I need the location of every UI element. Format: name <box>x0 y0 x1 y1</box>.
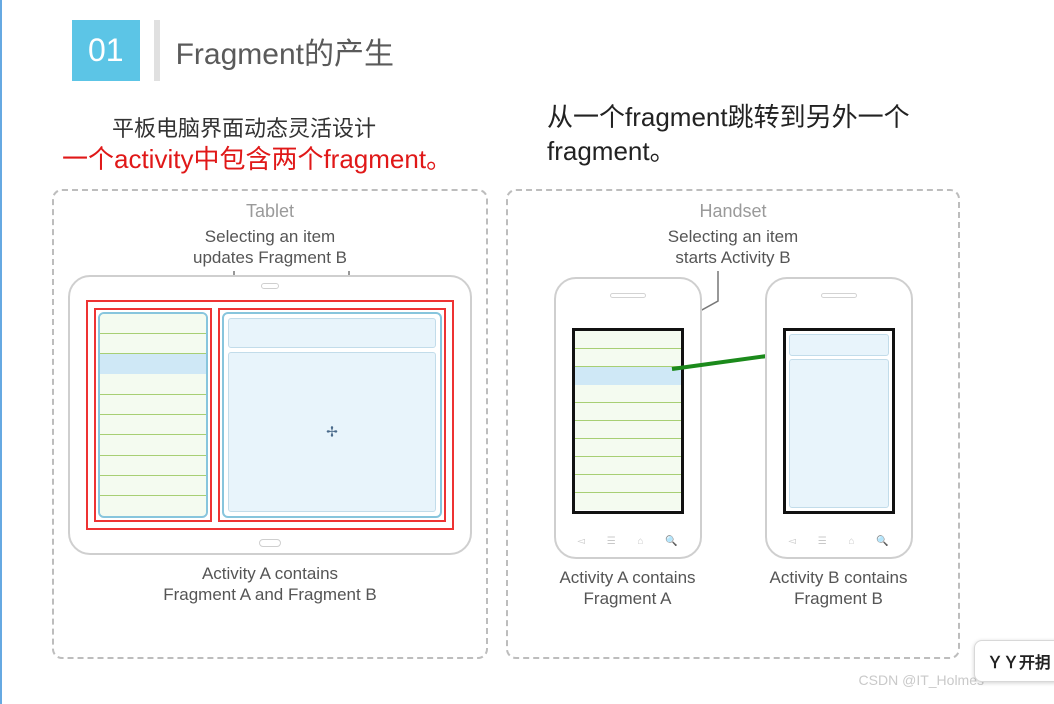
tablet-home-button <box>259 539 281 547</box>
tablet-screen-activity-a: ✢ <box>86 300 454 530</box>
subtitle-row: 平板电脑界面动态灵活设计 一个activity中包含两个fragment。 从一… <box>52 111 1024 181</box>
tablet-device: ✢ <box>68 275 472 555</box>
fragment-b-body <box>789 359 889 508</box>
list-item <box>100 435 206 455</box>
watermark: CSDN @IT_Holmes <box>859 672 984 688</box>
handset-label: Handset <box>522 201 944 222</box>
annotation-two-fragments: 一个activity中包含两个fragment。 <box>62 139 452 176</box>
fragment-a-list <box>575 331 681 511</box>
handset-subtitle: 从一个fragment跳转到另外一个fragment。 <box>547 101 1024 169</box>
fragment-b-header <box>789 334 889 356</box>
back-icon: ◅ <box>577 536 585 547</box>
phone-b-screen-fragment-b <box>783 328 895 514</box>
section-number-badge: 01 <box>72 20 140 81</box>
tablet-panel: Tablet Selecting an item updates Fragmen… <box>52 189 488 659</box>
list-item <box>575 421 681 439</box>
menu-icon: ☰ <box>607 536 616 547</box>
fragment-b-body: ✢ <box>228 352 436 512</box>
list-item <box>100 496 206 515</box>
note-line1: Selecting an item <box>668 227 798 246</box>
phone-a-screen-fragment-a <box>572 328 684 514</box>
phones-row: ◅ ☰ ⌂ 🔍 ◅ <box>522 277 944 559</box>
fragment-b-highlight: ✢ <box>218 308 446 522</box>
search-icon: 🔍 <box>665 536 677 547</box>
divider <box>154 20 160 81</box>
tablet-caption: Activity A contains Fragment A and Fragm… <box>68 563 472 606</box>
tablet-camera <box>261 283 279 289</box>
list-item <box>100 334 206 354</box>
phone-nav-buttons: ◅ ☰ ⌂ 🔍 <box>767 536 911 547</box>
list-item <box>575 385 681 403</box>
page-title: Fragment的产生 <box>168 20 394 81</box>
caption-line2: Fragment A <box>584 589 672 608</box>
diagram-row: Tablet Selecting an item updates Fragmen… <box>52 181 1024 659</box>
home-icon: ⌂ <box>848 536 854 547</box>
phone-b-caption: Activity B contains Fragment B <box>737 567 940 610</box>
list-item <box>575 493 681 510</box>
cursor-icon: ✢ <box>326 423 338 440</box>
phone-activity-b: ◅ ☰ ⌂ 🔍 <box>765 277 913 559</box>
fragment-a-highlight <box>94 308 212 522</box>
fragment-a <box>98 312 208 518</box>
list-item <box>100 415 206 435</box>
handset-panel: Handset Selecting an item starts Activit… <box>506 189 960 659</box>
list-item <box>100 395 206 415</box>
list-item <box>100 314 206 334</box>
phone-nav-buttons: ◅ ☰ ⌂ 🔍 <box>556 536 700 547</box>
list-item-selected <box>575 367 681 385</box>
fragment-b: ✢ <box>222 312 442 518</box>
caption-line1: Activity B contains <box>770 568 908 587</box>
phone-activity-a: ◅ ☰ ⌂ 🔍 <box>554 277 702 559</box>
caption-line2: Fragment B <box>794 589 883 608</box>
back-icon: ◅ <box>788 536 796 547</box>
content-area: 平板电脑界面动态灵活设计 一个activity中包含两个fragment。 从一… <box>2 81 1054 659</box>
home-icon: ⌂ <box>637 536 643 547</box>
menu-icon: ☰ <box>818 536 827 547</box>
fragment-a-list <box>100 314 206 516</box>
tablet-note: Selecting an item updates Fragment B <box>68 226 472 269</box>
handset-note: Selecting an item starts Activity B <box>522 226 944 269</box>
list-item <box>575 475 681 493</box>
phone-earpiece <box>821 293 857 298</box>
caption-line1: Activity A contains <box>202 564 338 583</box>
list-item <box>575 403 681 421</box>
fragment-b-header <box>228 318 436 348</box>
search-icon: 🔍 <box>876 536 888 547</box>
caption-line2: Fragment A and Fragment B <box>163 585 377 604</box>
list-item <box>100 374 206 394</box>
list-item <box>575 439 681 457</box>
handset-captions: Activity A contains Fragment A Activity … <box>522 559 944 610</box>
list-item <box>575 457 681 475</box>
caption-line1: Activity A contains <box>559 568 695 587</box>
note-line2: starts Activity B <box>675 248 790 267</box>
phone-earpiece <box>610 293 646 298</box>
list-item-selected <box>100 354 206 374</box>
header: 01 Fragment的产生 <box>2 0 1054 81</box>
tablet-label: Tablet <box>68 201 472 222</box>
note-line1: Selecting an item <box>205 227 335 246</box>
yy-floating-button[interactable]: ＹＹ开抈 <box>974 640 1054 682</box>
list-item <box>100 476 206 496</box>
list-item <box>575 349 681 367</box>
phone-a-caption: Activity A contains Fragment A <box>526 567 729 610</box>
note-line2: updates Fragment B <box>193 248 347 267</box>
list-item <box>575 331 681 349</box>
list-item <box>100 456 206 476</box>
